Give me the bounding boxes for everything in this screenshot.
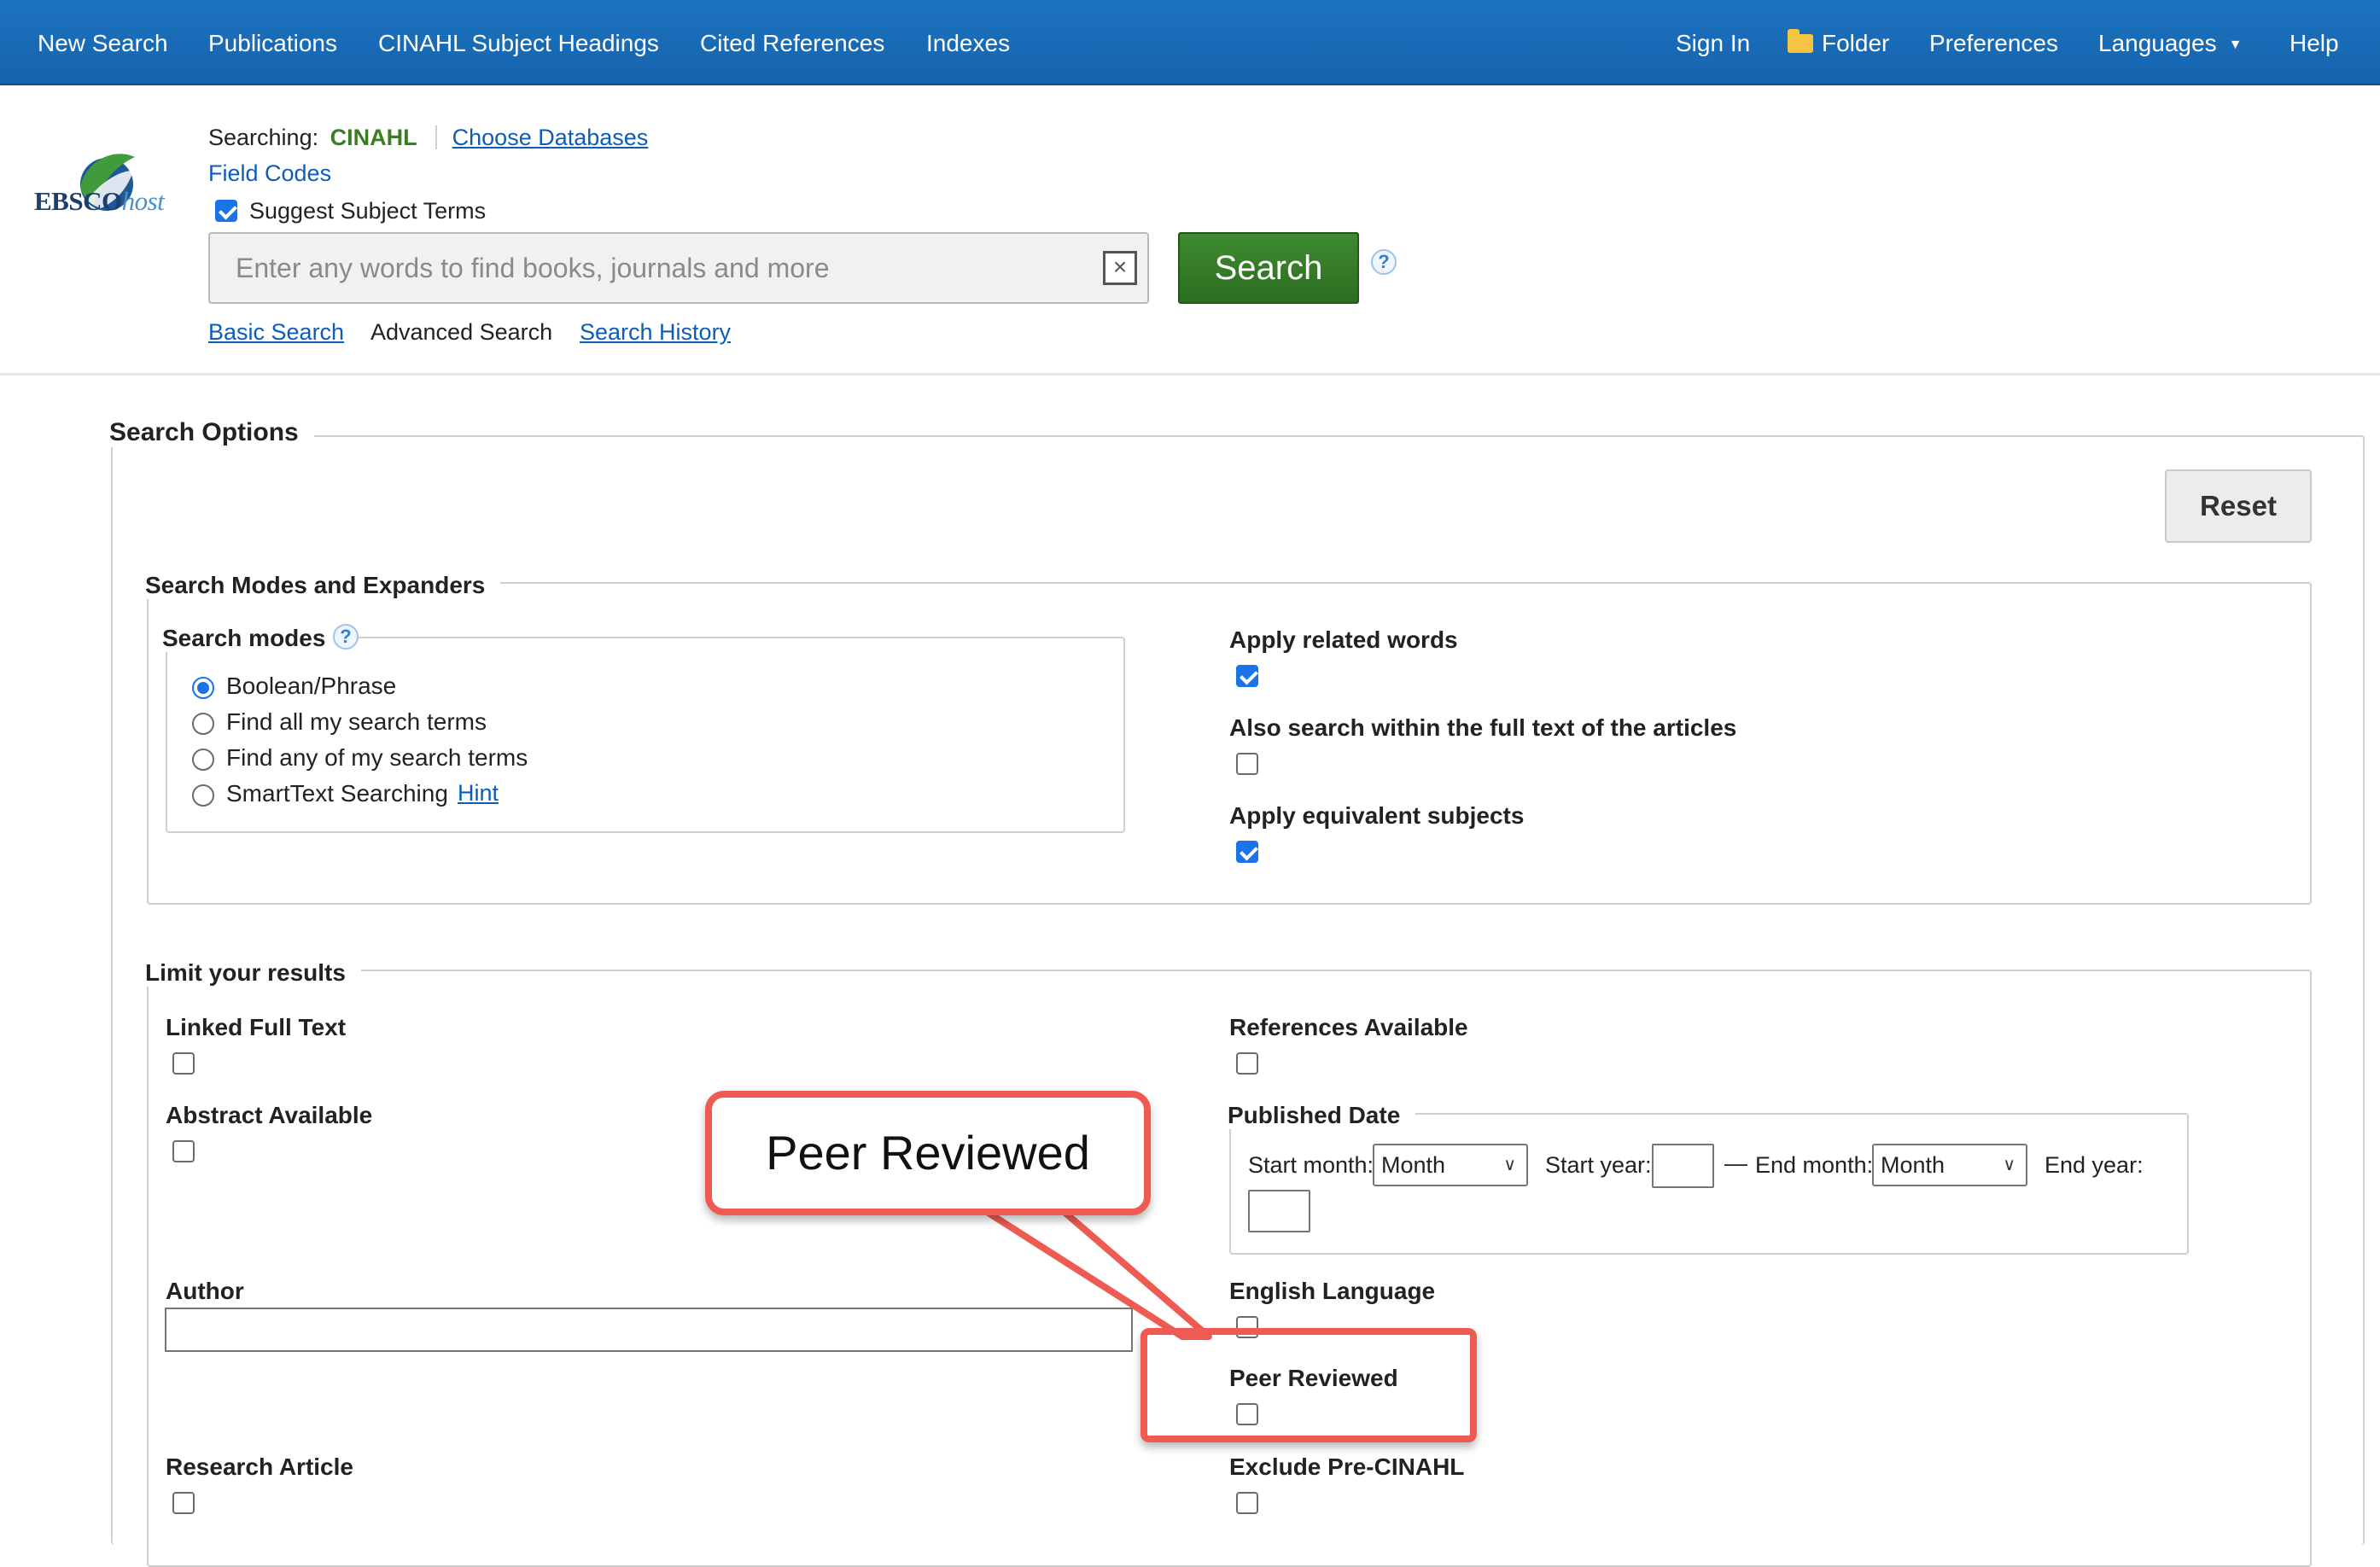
references-available-label: References Available [1229, 1014, 1468, 1040]
nav-publications[interactable]: Publications [208, 0, 337, 85]
reset-button[interactable]: Reset [2165, 469, 2312, 543]
peer-reviewed-highlight [1140, 1328, 1477, 1442]
references-available-checkbox[interactable] [1236, 1052, 1258, 1075]
radio-find-all-terms[interactable] [192, 713, 214, 735]
exclude-pre-cinahl-label: Exclude Pre-CINAHL [1229, 1453, 1465, 1480]
suggest-subject-terms-label: Suggest Subject Terms [249, 198, 487, 224]
database-name: CINAHL [330, 125, 417, 150]
search-modes-title: Search modes [162, 625, 341, 652]
nav-help[interactable]: Help [2290, 0, 2339, 85]
nav-languages-label: Languages [2098, 30, 2217, 56]
searching-line: Searching: CINAHL Choose Databases [208, 125, 648, 151]
radio-smarttext-searching[interactable] [192, 784, 214, 807]
end-year-input[interactable] [1248, 1190, 1310, 1232]
caret-down-icon: ▼ [2228, 38, 2243, 52]
nav-folder[interactable]: Folder [1788, 0, 1889, 85]
radio-label-smarttext-searching: SmartText Searching [226, 780, 448, 807]
start-month-select[interactable]: Month ∨ [1373, 1144, 1528, 1186]
advanced-search-current: Advanced Search [370, 319, 553, 345]
nav-indexes[interactable]: Indexes [926, 0, 1010, 85]
abstract-available-label: Abstract Available [166, 1102, 373, 1128]
apply-related-words-checkbox[interactable] [1236, 665, 1258, 687]
nav-folder-label: Folder [1822, 30, 1890, 56]
start-year-label: Start year: [1545, 1152, 1652, 1178]
end-month-select[interactable]: Month ∨ [1872, 1144, 2027, 1186]
end-year-label: End year: [2045, 1152, 2144, 1178]
author-label: Author [166, 1278, 244, 1304]
radio-find-any-terms[interactable] [192, 749, 214, 771]
search-history-link[interactable]: Search History [580, 319, 731, 346]
published-date-title: Published Date [1228, 1102, 1416, 1129]
start-month-label: Start month: [1248, 1152, 1374, 1178]
linked-full-text-checkbox[interactable] [172, 1052, 195, 1075]
research-article-label: Research Article [166, 1453, 353, 1480]
nav-preferences[interactable]: Preferences [1929, 0, 2058, 85]
exclude-pre-cinahl-checkbox[interactable] [1236, 1492, 1258, 1514]
apply-related-words-label: Apply related words [1229, 626, 1458, 653]
ebsco-logo-text: EBSCOhost [34, 186, 165, 216]
end-month-value: Month [1881, 1152, 1945, 1178]
author-input[interactable] [165, 1308, 1133, 1352]
callout-text: Peer Reviewed [766, 1126, 1090, 1180]
linked-full-text-label: Linked Full Text [166, 1014, 347, 1040]
apply-equivalent-subjects-checkbox[interactable] [1236, 841, 1258, 863]
radio-label-find-all-terms: Find all my search terms [226, 708, 487, 735]
choose-databases-link[interactable]: Choose Databases [452, 125, 649, 150]
date-range-dash: — [1724, 1150, 1747, 1176]
searching-label: Searching: [208, 125, 319, 150]
nav-cinahl-subject-headings[interactable]: CINAHL Subject Headings [378, 0, 659, 85]
radio-label-boolean-phrase: Boolean/Phrase [226, 673, 397, 699]
nav-new-search[interactable]: New Search [38, 0, 168, 85]
search-modes-help-icon[interactable]: ? [333, 624, 359, 650]
full-text-search-checkbox[interactable] [1236, 753, 1258, 775]
chevron-down-icon: ∨ [2003, 1156, 2015, 1174]
start-year-input[interactable] [1652, 1144, 1714, 1188]
nav-sign-in[interactable]: Sign In [1676, 0, 1750, 85]
radio-label-find-any-terms: Find any of my search terms [226, 744, 528, 771]
search-modes-expanders-title: Search Modes and Expanders [145, 572, 501, 599]
abstract-available-checkbox[interactable] [172, 1140, 195, 1162]
folder-icon [1788, 29, 1813, 53]
start-month-value: Month [1381, 1152, 1446, 1178]
smarttext-hint-link[interactable]: Hint [458, 780, 499, 807]
search-input[interactable] [208, 232, 1149, 304]
suggest-subject-terms-checkbox[interactable] [215, 200, 237, 222]
limit-results-title: Limit your results [145, 959, 361, 987]
end-month-label: End month: [1755, 1152, 1874, 1178]
chevron-down-icon: ∨ [1503, 1156, 1516, 1174]
basic-search-link[interactable]: Basic Search [208, 319, 344, 346]
top-navigation-bar: New Search Publications CINAHL Subject H… [0, 0, 2380, 85]
search-button[interactable]: Search [1178, 232, 1359, 304]
research-article-checkbox[interactable] [172, 1492, 195, 1514]
radio-boolean-phrase[interactable] [192, 677, 214, 699]
search-help-icon[interactable]: ? [1371, 249, 1397, 275]
field-codes-link[interactable]: Field Codes [208, 160, 331, 187]
search-header: EBSCOhost Searching: CINAHL Choose Datab… [0, 85, 2380, 376]
separator [435, 125, 438, 149]
apply-equivalent-subjects-label: Apply equivalent subjects [1229, 802, 1525, 829]
nav-cited-references[interactable]: Cited References [700, 0, 884, 85]
full-text-search-label: Also search within the full text of the … [1229, 714, 1737, 741]
search-options-title: Search Options [109, 418, 314, 447]
english-language-label: English Language [1229, 1278, 1436, 1304]
nav-languages[interactable]: Languages ▼ [2098, 0, 2242, 85]
clear-search-icon[interactable]: × [1103, 251, 1137, 285]
